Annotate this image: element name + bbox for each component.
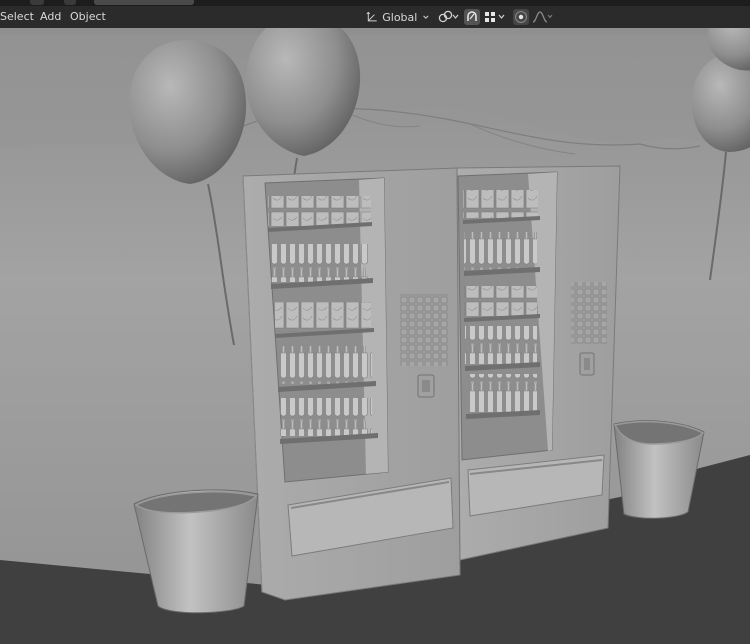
menu-object[interactable]: Object xyxy=(70,10,106,24)
pivot-link-button[interactable] xyxy=(437,9,461,25)
pivot-link-icon xyxy=(438,10,459,23)
menu-add[interactable]: Add xyxy=(40,10,61,24)
proportional-falloff-dropdown[interactable] xyxy=(531,9,555,25)
transform-orientation-dropdown[interactable]: Global xyxy=(366,8,430,26)
transform-orientation-value: Global xyxy=(382,10,418,24)
shelf-row-bottles xyxy=(464,232,540,276)
transform-orientation-icon xyxy=(366,11,377,22)
menu-select[interactable]: Select xyxy=(0,10,34,24)
chevron-down-icon xyxy=(423,15,429,19)
blender-window: Select Add Object Global xyxy=(0,0,750,644)
keypad xyxy=(400,294,448,366)
snap-magnet-icon xyxy=(467,11,477,21)
snap-toggle-button[interactable] xyxy=(464,9,480,25)
falloff-curve-icon xyxy=(532,11,553,23)
3d-viewport[interactable] xyxy=(0,4,750,644)
viewport-scene[interactable] xyxy=(0,4,750,644)
snap-target-dropdown[interactable] xyxy=(482,9,508,25)
workspace-tab[interactable] xyxy=(30,0,44,5)
vending-machine-right xyxy=(456,165,621,561)
proportional-edit-toggle[interactable] xyxy=(513,9,529,25)
snap-grid-icon xyxy=(485,12,505,22)
keypad xyxy=(571,282,607,344)
workspace-tab[interactable] xyxy=(64,0,76,5)
proportional-edit-icon xyxy=(515,11,527,23)
viewport-header: Select Add Object Global xyxy=(0,6,750,28)
workspace-search-field[interactable] xyxy=(94,0,194,5)
vending-machine-left xyxy=(242,167,461,601)
